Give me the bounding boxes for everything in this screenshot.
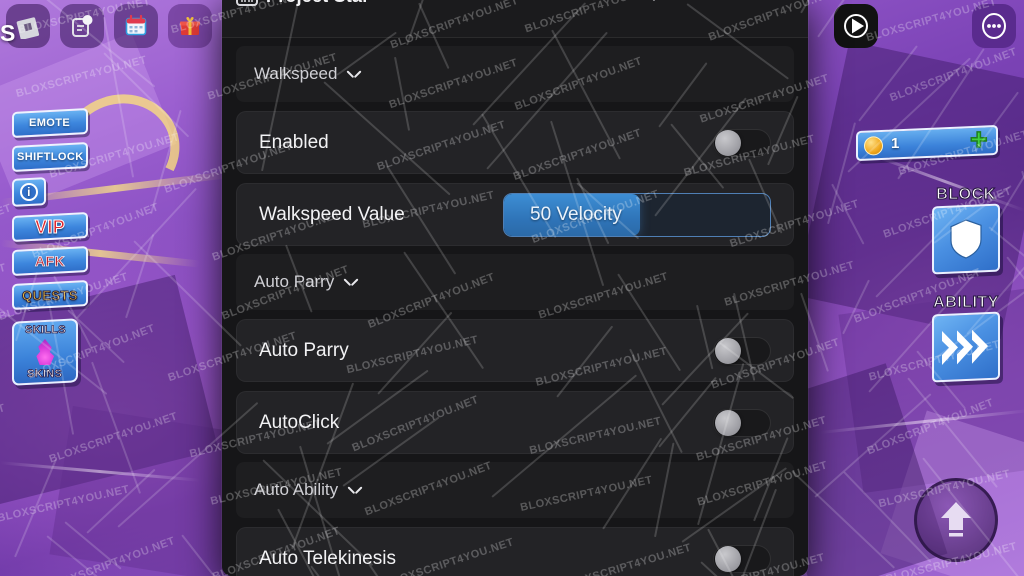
walkspeed-value-slider[interactable]: 50 Velocity [503, 192, 771, 237]
toggle-knob [715, 409, 741, 436]
emote-button-label: EMOTE [29, 117, 71, 129]
jump-button[interactable] [914, 478, 998, 562]
row-label-enabled: Enabled [259, 131, 329, 153]
row-auto-telekinesis[interactable]: Auto Telekinesis [236, 527, 794, 576]
screen-root: S EMOTE SHIFTLOCK i VIP AFK QUESTS SKILL… [0, 0, 1024, 576]
roblox-top-right-toolbar [834, 4, 1016, 48]
row-label-auto-parry: Auto Parry [259, 339, 349, 361]
row-auto-parry[interactable]: Auto Parry [236, 319, 794, 382]
section-header-walkspeed[interactable]: Walkspeed [236, 46, 794, 102]
emote-button[interactable]: EMOTE [12, 108, 88, 138]
shiftlock-button[interactable]: SHIFTLOCK [12, 142, 88, 172]
pin-icon[interactable] [684, 0, 702, 2]
script-hub-logo-icon [236, 0, 258, 6]
shiftlock-button-label: SHIFTLOCK [16, 151, 84, 164]
play-icon[interactable] [834, 4, 878, 48]
gift-icon[interactable] [168, 4, 212, 48]
row-control-enabled [713, 128, 771, 157]
panel-title: Project Star [266, 0, 369, 7]
block-tile[interactable] [932, 203, 1000, 275]
vip-button-label: VIP [34, 216, 66, 237]
toggle-knob [715, 337, 741, 364]
script-hub-panel: Project Star [222, 0, 808, 576]
block-label: BLOCK [936, 186, 996, 204]
more-options-icon[interactable] [972, 4, 1016, 48]
row-label-autoclick: AutoClick [259, 411, 340, 433]
chevron-down-icon[interactable] [344, 278, 358, 287]
walkspeed-enabled-toggle[interactable] [713, 128, 771, 157]
section-title-walkspeed: Walkspeed [254, 64, 338, 83]
row-label-walkspeed-value: Walkspeed Value [259, 203, 405, 225]
slider-value-text: 50 Velocity [530, 203, 622, 225]
info-dot-icon: i [20, 183, 38, 201]
row-control-walkspeed-value: 50 Velocity [503, 192, 771, 237]
afk-button-label: AFK [35, 253, 66, 270]
flame-icon [33, 339, 57, 365]
corner-letter: S [0, 20, 16, 46]
panel-header: Project Star [222, 0, 808, 38]
row-walkspeed-value[interactable]: Walkspeed Value 50 Velocity [236, 183, 794, 246]
left-hud-buttons: EMOTE SHIFTLOCK i VIP AFK QUESTS SKILLS … [12, 108, 88, 386]
currency-bar[interactable]: 1 + [856, 123, 998, 162]
triple-chevron-icon [942, 329, 988, 366]
toggle-knob [715, 129, 741, 156]
calendar-icon[interactable] [114, 4, 158, 48]
quests-button-label: QUESTS [22, 287, 79, 303]
collapse-icon[interactable] [776, 0, 794, 2]
ability-slot[interactable]: ABILITY [932, 294, 1000, 383]
chevron-down-icon[interactable] [348, 486, 362, 495]
section-header-auto-ability[interactable]: Auto Ability [236, 462, 794, 518]
skills-label: SKILLS [24, 324, 66, 337]
shield-icon [950, 219, 982, 259]
ability-label: ABILITY [933, 294, 999, 312]
chat-icon[interactable] [60, 4, 104, 48]
afk-button[interactable]: AFK [12, 246, 88, 276]
row-autoclick[interactable]: AutoClick [236, 391, 794, 454]
currency-amount: 1 [891, 134, 900, 152]
autoclick-toggle[interactable] [713, 408, 771, 437]
row-walkspeed-enabled[interactable]: Enabled [236, 111, 794, 174]
skins-label: SKINS [27, 368, 63, 381]
auto-parry-toggle[interactable] [713, 336, 771, 365]
panel-header-actions [638, 0, 794, 2]
auto-telekinesis-toggle[interactable] [713, 544, 771, 573]
vip-button[interactable]: VIP [12, 212, 88, 242]
roblox-top-left-toolbar [6, 4, 212, 48]
row-control-autoclick [713, 408, 771, 437]
row-control-auto-parry [713, 336, 771, 365]
ability-tile[interactable] [932, 311, 1000, 383]
chevron-down-icon[interactable] [347, 70, 361, 79]
section-title-auto-ability: Auto Ability [254, 480, 339, 499]
add-currency-icon[interactable]: + [970, 123, 989, 157]
toggle-knob [715, 545, 741, 572]
coin-icon [864, 135, 883, 155]
copy-icon[interactable] [730, 0, 748, 2]
panel-body[interactable]: Walkspeed Enabled Walkspeed Value 50 Vel… [222, 38, 808, 576]
panel-title-group: Project Star [236, 0, 369, 7]
row-control-auto-telekinesis [713, 544, 771, 573]
up-arrow-icon [941, 502, 971, 537]
search-icon[interactable] [638, 0, 656, 2]
section-header-auto-parry[interactable]: Auto Parry [236, 254, 794, 310]
info-button[interactable]: i [12, 177, 46, 207]
section-title-auto-parry: Auto Parry [254, 272, 335, 291]
info-icon: i [20, 183, 38, 201]
quests-button[interactable]: QUESTS [12, 280, 88, 310]
row-label-auto-telekinesis: Auto Telekinesis [259, 547, 396, 569]
block-slot[interactable]: BLOCK [932, 186, 1000, 275]
skills-skins-card[interactable]: SKILLS SKINS [12, 318, 78, 386]
